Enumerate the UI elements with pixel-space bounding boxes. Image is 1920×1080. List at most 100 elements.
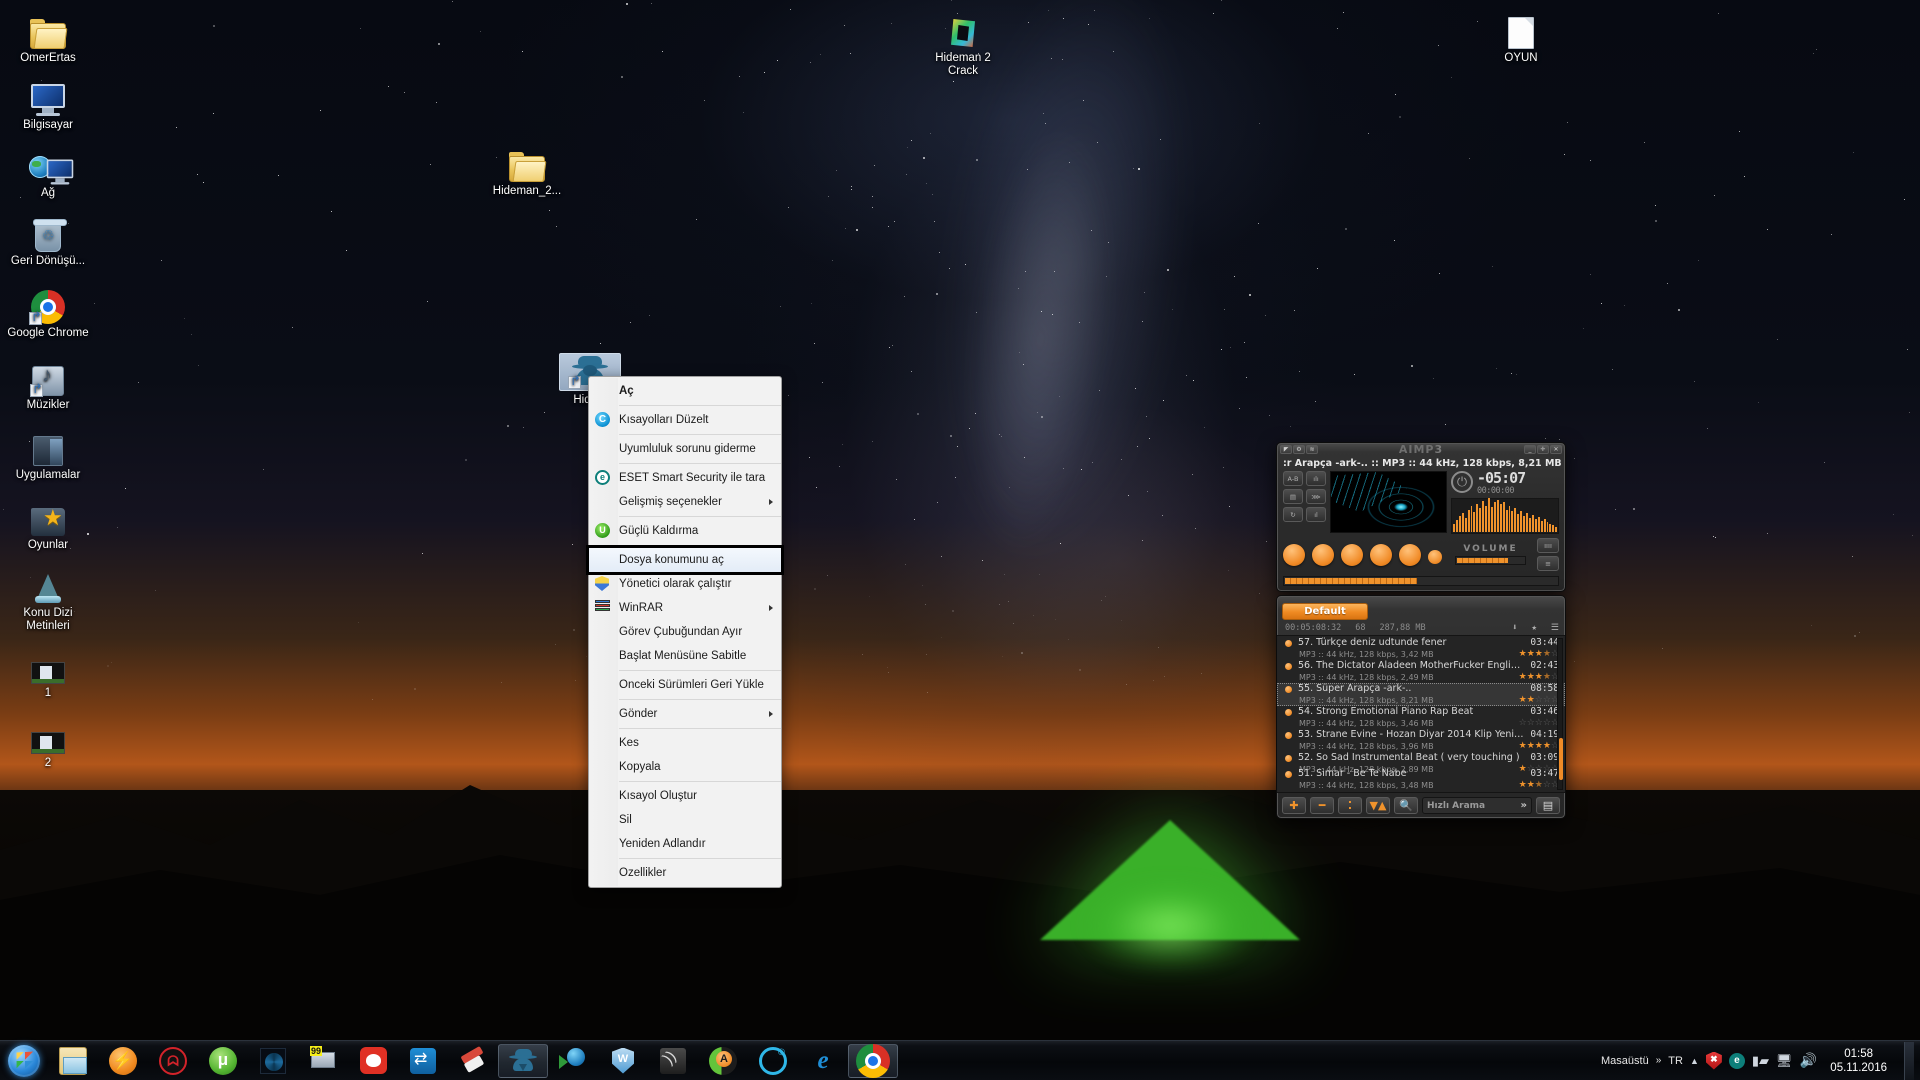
sound-effects-icon[interactable]: ⋙ [1306, 489, 1326, 504]
playlist-scrollbar[interactable] [1557, 638, 1563, 790]
settings-icon[interactable]: ⚙ [1293, 444, 1305, 454]
context-menu-item-[interactable]: Аç [589, 379, 781, 403]
context-menu-item-winrar[interactable]: WinRAR [589, 596, 781, 620]
taskbar-item-windows-explorer[interactable] [48, 1043, 98, 1079]
taskbar-item-google-chrome[interactable] [848, 1043, 898, 1078]
aimp-transport-controls[interactable]: VOLUME ıııı ≡ [1277, 534, 1565, 573]
taskbar-pinned-items[interactable]: ⚡ ᗣμ 99 W Ae [48, 1043, 898, 1079]
windows-taskbar[interactable]: ⚡ ᗣμ 99 W Ae Masaüstü » TR ▲ ✖ e ▮▰ 🖥 🔊 01:5… [0, 1040, 1920, 1080]
balance-icon[interactable]: ıııı [1537, 538, 1559, 553]
aimp-side-buttons[interactable]: A-B ılı ▤ ⋙ ↻ ıl [1283, 471, 1326, 534]
taskbar-item-teamviewer[interactable] [398, 1043, 448, 1079]
desktop-icon-omerertas[interactable]: OmerErtas [5, 5, 91, 65]
equalizer-icon[interactable]: ılı [1306, 471, 1326, 486]
ab-repeat-icon[interactable]: A-B [1283, 471, 1303, 486]
chevron-up-icon[interactable]: ▲ [1690, 1056, 1699, 1066]
aimp-titlebar[interactable]: ◤ ⚙ ≋ AIMP3 _ ✛ ✕ [1277, 443, 1565, 456]
previous-button[interactable] [1370, 543, 1392, 566]
sort-icon[interactable]: ▼▲ [1366, 797, 1390, 814]
eset-egui-icon[interactable]: e [1728, 1052, 1745, 1069]
eject-button[interactable] [1428, 549, 1442, 564]
desktop-icon-oyunlar[interactable]: Oyunlar [5, 492, 91, 552]
desktop-icon-hideman-2-crack[interactable]: Hideman 2 Crack [920, 5, 1006, 78]
context-menu-item-eset-smart-security-ile-tara[interactable]: e ESET Smart Security ile tara [589, 466, 781, 490]
desktop-icon-m-zikler[interactable]: Müzikler [5, 352, 91, 412]
context-menu-item-kes[interactable]: Kes [589, 731, 781, 755]
context-menu-item-g-l-kald-rma[interactable]: U Güçlü Kaldırma [589, 519, 781, 543]
context-menu-item-g-nder[interactable]: Gönder [589, 702, 781, 726]
taskbar-item-ccleaner-brush[interactable] [448, 1043, 498, 1079]
context-menu-item-sil[interactable]: Sil [589, 808, 781, 832]
aimp-seek-bar[interactable] [1283, 576, 1559, 586]
repeat-icon[interactable]: ↻ [1283, 507, 1303, 522]
desktop-icon-bilgisayar[interactable]: Bilgisayar [5, 72, 91, 132]
taskbar-item-gom-player[interactable] [348, 1043, 398, 1079]
eset-tray-icon[interactable]: ✖ [1705, 1051, 1722, 1070]
taskbar-item-speedfan[interactable] [248, 1043, 298, 1079]
stop-button[interactable] [1341, 543, 1363, 566]
search-icon[interactable]: 🔍 [1394, 797, 1418, 814]
dfx-icon[interactable]: ▤ [1283, 489, 1303, 504]
new-playlist-icon[interactable]: ▤ [1536, 797, 1560, 814]
taskbar-clock[interactable]: 01:58 05.11.2016 [1824, 1047, 1893, 1075]
play-button[interactable] [1283, 543, 1305, 566]
taskbar-item-aimp-player[interactable]: A [698, 1043, 748, 1079]
context-menu-item-yeniden-adland-r[interactable]: Yeniden Adlandır [589, 832, 781, 856]
aimp-titlebar-right-buttons[interactable]: _ ✛ ✕ [1524, 444, 1562, 454]
context-menu-item-k-sayollar-d-zelt[interactable]: C Kısayolları Düzelt [589, 408, 781, 432]
playlist-track-item[interactable]: 54. Strong Emotional Piano Rap Beat 03:46… [1277, 706, 1565, 729]
taskbar-item-gom-encoder[interactable]: ᗣ [148, 1043, 198, 1079]
playlist-toggle-icon[interactable]: ≡ [1537, 556, 1559, 571]
close-icon[interactable]: ✕ [1550, 444, 1562, 454]
aimp-player-window[interactable]: ◤ ⚙ ≋ AIMP3 _ ✛ ✕ :r Arapça -ark-.. :: M… [1276, 442, 1566, 842]
playlist-track-item[interactable]: 55. Süper Arapça -ark-.. 08:58 MP3 :: 44 k… [1277, 683, 1565, 706]
playlist-track-item[interactable]: 53. Strane Evine - Hozan Diyar 2014 Klip… [1277, 729, 1565, 752]
language-indicator[interactable]: TR [1668, 1055, 1683, 1067]
minimize-icon[interactable]: _ [1524, 444, 1536, 454]
taskbar-item-windows-defender[interactable]: W [598, 1043, 648, 1079]
remove-icon[interactable]: ━ [1310, 797, 1334, 814]
taskbar-item-utorrent[interactable]: μ [198, 1043, 248, 1079]
context-menu-item-y-netici-olarak-al-t-r[interactable]: Yönetici olarak çalıştır [589, 572, 781, 596]
taskbar-item-internet-download-manager-2[interactable] [548, 1043, 598, 1079]
track-rating[interactable]: ★★★★☆ [1519, 649, 1559, 660]
network-icon[interactable]: 🖥 [1776, 1053, 1793, 1068]
taskbar-item-pc-monitor[interactable]: 99 [298, 1043, 348, 1079]
menu-icon[interactable]: ◤ [1280, 444, 1292, 454]
track-rating[interactable]: ★★★☆☆ [1519, 780, 1559, 791]
desktop-icon-konu-dizi-metinleri[interactable]: Konu Dizi Metinleri [5, 560, 91, 633]
playlist-tab-default[interactable]: Default [1282, 603, 1368, 620]
add-icon[interactable]: ✚ [1282, 797, 1306, 814]
select-icon[interactable]: ⁚ [1338, 797, 1362, 814]
taskbar-item-internet-explorer[interactable]: e [798, 1043, 848, 1079]
desktop-context-menu[interactable]: Аç C Kısayolları Düzelt Uyumluluk sorunu gi… [586, 376, 784, 888]
playlist-track-item[interactable]: 56. The Dictator Aladeen MotherFucker En… [1277, 660, 1565, 683]
system-tray[interactable]: Masaüstü » TR ▲ ✖ e ▮▰ 🖥 🔊 01:58 05.11.2… [1601, 1041, 1920, 1080]
playlist-icon[interactable]: ≋ [1306, 444, 1318, 454]
playlist-track-item[interactable]: 57. Türkçe deniz udtunde fener 03:44 MP3 :… [1277, 637, 1565, 660]
desktop-icon-oyun[interactable]: OYUN [1478, 5, 1564, 65]
power-icon[interactable]: ⏻ [1451, 471, 1473, 493]
next-button[interactable] [1399, 543, 1421, 566]
track-rating[interactable]: ★★★★☆ [1519, 672, 1559, 683]
desktop-icon-2[interactable]: 2 [5, 710, 91, 770]
context-menu-item-geli-mi-se-enekler[interactable]: Gelişmiş seçenekler [589, 490, 781, 514]
favorite-icon[interactable]: ★ [1532, 623, 1537, 633]
aimp-titlebar-left-buttons[interactable]: ◤ ⚙ ≋ [1280, 444, 1318, 454]
context-menu-item-uyumluluk-sorunu-giderme[interactable]: Uyumluluk sorunu giderme [589, 437, 781, 461]
pause-button[interactable] [1312, 543, 1334, 566]
context-menu-item-zellikler[interactable]: Özellikler [589, 861, 781, 885]
list-options-icon[interactable]: ☰ [1551, 623, 1559, 633]
taskbar-item-rss-reader[interactable] [648, 1043, 698, 1079]
playlist-footer[interactable]: ✚ ━ ⁚ ▼▲ 🔍 Hızlı Arama » ▤ [1277, 793, 1565, 818]
tray-overflow-icon[interactable]: » [1656, 1055, 1662, 1066]
desktop-icon-google-chrome[interactable]: Google Chrome [5, 280, 91, 340]
start-button[interactable] [0, 1042, 48, 1080]
context-menu-item-ba-lat-men-s-ne-sabitle[interactable]: Başlat Menüsüne Sabitle [589, 644, 781, 668]
visualization-icon[interactable]: ıl [1306, 507, 1326, 522]
context-menu-item-k-sayol-olu-tur[interactable]: Kısayol Oluştur [589, 784, 781, 808]
search-expand-icon[interactable]: » [1521, 800, 1527, 811]
context-menu-item-nceki-s-r-mleri-geri-y-kle[interactable]: Önceki Sürümleri Geri Yükle [589, 673, 781, 697]
desktop-icon-hideman-2[interactable]: Hideman_2... [484, 138, 570, 198]
desktop-icon-1[interactable]: 1 [5, 640, 91, 700]
